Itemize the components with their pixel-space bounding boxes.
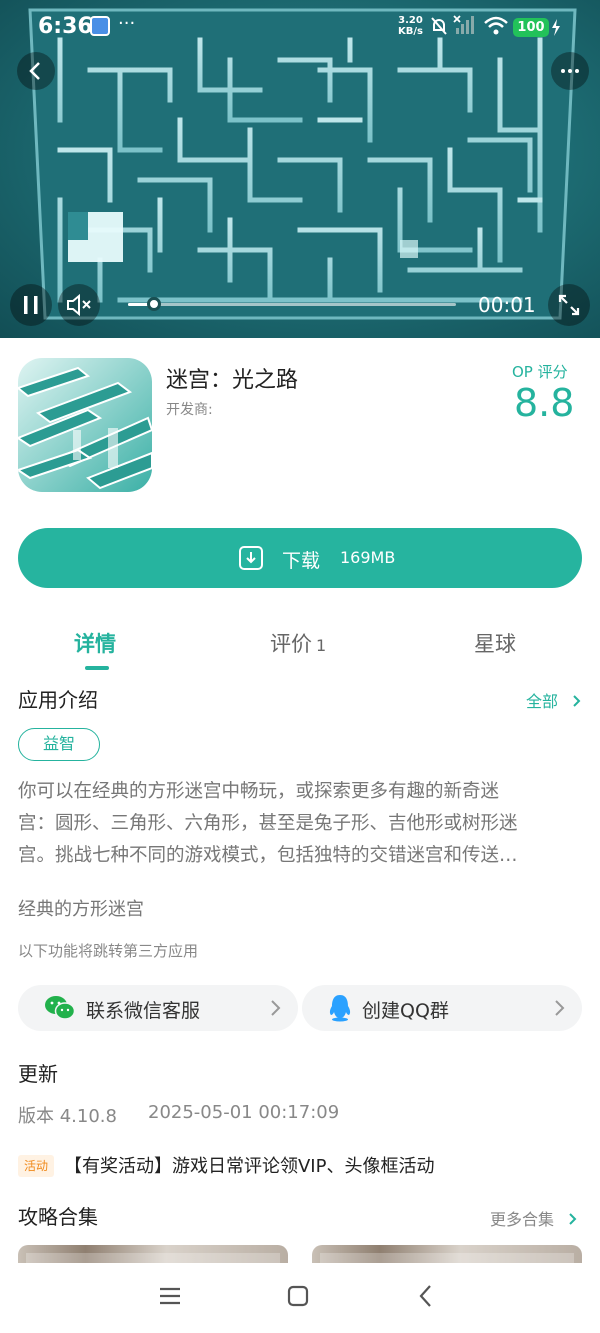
qq-icon <box>329 995 351 1022</box>
battery-indicator: 100 <box>513 18 549 37</box>
description-line: 宫。挑战七种不同的游戏模式，包括独特的交错迷宫和传送… <box>18 845 518 866</box>
app-description: 你可以在经典的方形迷宫中畅玩，或探索更多有趣的新奇迷 宫：圆形、三角形、六角形，… <box>18 776 584 872</box>
speaker-muted-icon <box>67 293 91 317</box>
chevron-right-icon <box>271 1000 281 1016</box>
op-score-value: 8.8 <box>514 381 575 425</box>
developer-label: 开发商: <box>166 402 213 418</box>
download-icon <box>239 546 263 570</box>
category-tag[interactable]: 益智 <box>18 728 100 761</box>
charging-icon <box>552 19 560 36</box>
chevron-left-icon <box>29 62 40 80</box>
op-score-label: OP 评分 <box>512 363 568 381</box>
chevron-right-icon <box>555 1000 565 1016</box>
third-party-note: 以下功能将跳转第三方应用 <box>18 942 199 960</box>
back-nav-icon[interactable] <box>418 1284 434 1308</box>
wifi-icon <box>484 16 508 35</box>
chevron-right-icon <box>569 1213 577 1225</box>
wechat-service-label: 联系微信客服 <box>86 1000 201 1022</box>
net-speed-value: 3.20 <box>398 15 423 26</box>
tab-reviews-count: 1 <box>316 636 327 655</box>
guides-more-label: 更多合集 <box>490 1210 555 1229</box>
app-title: 迷宫：光之路 <box>166 368 299 393</box>
back-button[interactable] <box>17 52 55 90</box>
menu-icon[interactable] <box>159 1286 181 1306</box>
pause-icon <box>24 296 38 314</box>
wechat-icon <box>45 996 76 1020</box>
home-icon[interactable] <box>287 1285 309 1307</box>
fullscreen-button[interactable] <box>548 284 590 326</box>
video-player[interactable]: 6:36 ··· 3.20 KB/s 100 00:01 <box>0 0 600 338</box>
description-line: 你可以在经典的方形迷宫中畅玩，或探索更多有趣的新奇迷 <box>18 781 500 802</box>
app-icon <box>18 358 152 492</box>
network-speed: 3.20 KB/s <box>398 15 423 37</box>
qq-group-button[interactable]: 创建QQ群 <box>302 985 582 1031</box>
guides-title: 攻略合集 <box>18 1205 98 1229</box>
download-label: 下载 <box>282 550 321 572</box>
mute-button[interactable] <box>58 284 100 326</box>
activity-badge: 活动 <box>18 1155 54 1177</box>
version-date: 2025-05-01 00:17:09 <box>148 1102 340 1123</box>
version-number: 版本 4.10.8 <box>18 1106 117 1127</box>
chevron-right-icon <box>573 695 581 707</box>
guides-more-link[interactable]: 更多合集 <box>490 1206 581 1230</box>
status-bar: 6:36 ··· 3.20 KB/s 100 <box>0 0 600 52</box>
intro-title: 应用介绍 <box>18 688 98 712</box>
tab-reviews[interactable]: 评价 1 <box>270 628 326 658</box>
fullscreen-icon <box>558 294 580 316</box>
system-nav-bar <box>0 1263 600 1333</box>
intro-subtitle: 经典的方形迷宫 <box>18 899 144 920</box>
signal-icon <box>453 15 474 34</box>
activity-link[interactable]: 【有奖活动】游戏日常评论领VIP、头像框活动 <box>64 1152 434 1178</box>
intro-all-label: 全部 <box>526 692 559 711</box>
download-size: 169MB <box>340 548 396 567</box>
status-time: 6:36 <box>38 14 93 39</box>
video-elapsed-time: 00:01 <box>478 293 536 317</box>
tab-active-indicator <box>85 666 109 670</box>
wechat-service-button[interactable]: 联系微信客服 <box>18 985 298 1031</box>
video-progress-bar[interactable] <box>128 297 456 311</box>
pause-button[interactable] <box>10 284 52 326</box>
intro-all-link[interactable]: 全部 <box>526 688 585 712</box>
tab-reviews-label: 评价 <box>270 632 312 656</box>
notification-app-icon <box>90 16 110 36</box>
net-speed-unit: KB/s <box>398 26 423 37</box>
mute-bell-icon <box>431 17 447 35</box>
more-options-button[interactable] <box>551 52 589 90</box>
qq-group-label: 创建QQ群 <box>362 1000 449 1022</box>
update-title: 更新 <box>18 1062 58 1086</box>
more-notifications-icon: ··· <box>118 13 136 34</box>
tab-details[interactable]: 详情 <box>74 628 116 658</box>
download-button[interactable]: 下载 169MB <box>18 528 582 588</box>
tab-planet[interactable]: 星球 <box>474 628 516 658</box>
more-dots-icon <box>561 69 579 73</box>
description-line: 宫：圆形、三角形、六角形，甚至是兔子形、吉他形或树形迷 <box>18 813 518 834</box>
